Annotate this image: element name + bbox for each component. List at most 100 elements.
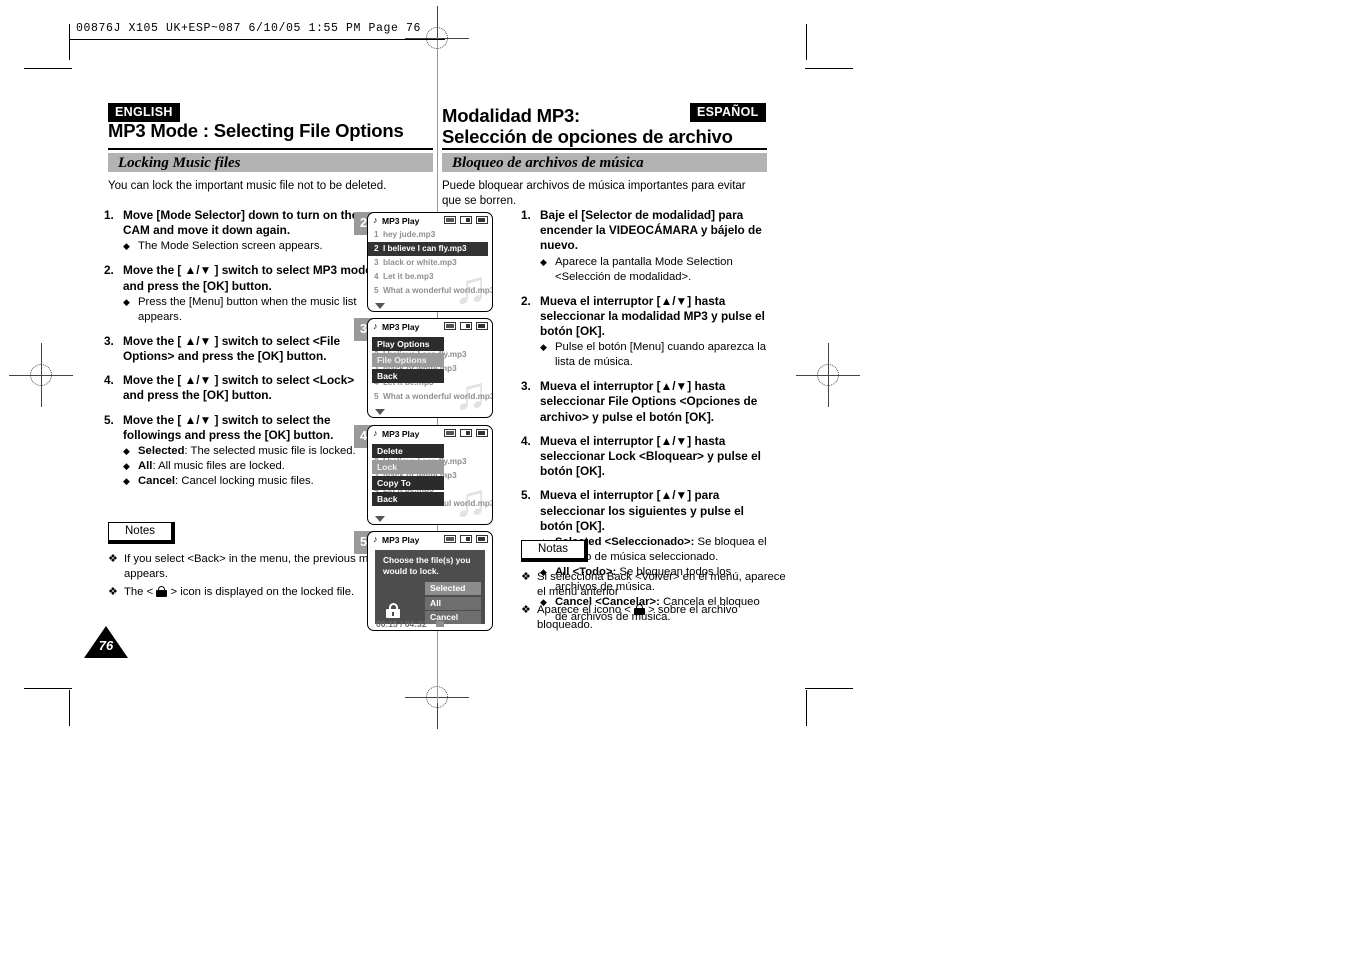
lcd-title-bar: ♪ MP3 Play — [368, 319, 492, 334]
diamond-bullet-icon: ◆ — [540, 342, 547, 353]
lcd-screenshot-panel: 2 ♫ ♪ MP3 Play 1 hey jude.mp3 2 I believe I can… — [354, 212, 493, 312]
instruction-step: 4. Move the [ ▲/▼ ] switch to select <Loc… — [104, 373, 372, 403]
crop-mark-top-right-h — [805, 68, 853, 69]
music-track-list[interactable]: 1 hey jude.mp3 2 I believe I can fly.mp3 3 bl… — [368, 228, 492, 311]
instruction-step: 2. Move the [ ▲/▼ ] switch to select MP3 … — [104, 263, 372, 324]
page-number: 76 — [98, 638, 114, 653]
spanish-intro-text: Puede bloquear archivos de música import… — [442, 180, 746, 207]
note-bullet-icon: ❖ — [521, 571, 531, 583]
step-body: Move the [ ▲/▼ ] switch to select <Lock>… — [123, 373, 372, 403]
step-bullet-list: ◆ Aparece la pantalla Mode Selection <Sel… — [540, 255, 773, 285]
instruction-step: 3. Move the [ ▲/▼ ] switch to select <Fil… — [104, 334, 372, 364]
step-heading: Move the [ ▲/▼ ] switch to select <Lock>… — [123, 373, 355, 403]
notes-list: ❖ Si selecciona Back <Volver> en el menú,… — [521, 570, 791, 633]
spanish-language-tag: ESPAÑOL — [690, 103, 766, 122]
step-heading: Mueva el interruptor [▲/▼] hasta selecci… — [540, 433, 761, 479]
slug-underline — [70, 39, 445, 40]
note-bullet-icon: ❖ — [108, 586, 118, 598]
instruction-step: 2. Mueva el interruptor [▲/▼] hasta selec… — [521, 294, 773, 371]
step-heading: Move the [ ▲/▼ ] switch to select MP3 mo… — [123, 263, 372, 293]
menu-item[interactable]: File Options — [372, 353, 444, 367]
step-body: Move the [ ▲/▼ ] switch to select MP3 mo… — [123, 263, 372, 324]
track-index: 4 — [374, 272, 379, 281]
menu-item[interactable]: Play Options — [372, 337, 444, 351]
track-list-item[interactable]: 2 I believe I can fly.mp3 — [368, 242, 488, 256]
step-number: 3. — [521, 379, 531, 394]
track-name: hey jude.mp3 — [383, 230, 436, 239]
step-number: 2. — [104, 263, 114, 278]
lcd-overlay-menu[interactable]: Play Options File Options Back — [372, 337, 444, 385]
track-list-item[interactable]: 5 What a wonderful world.mp3 — [368, 390, 492, 404]
lcd-title-bar: ♪ MP3 Play — [368, 213, 492, 228]
step-bullet: ◆ Aparece la pantalla Mode Selection <Sel… — [540, 255, 773, 285]
lock-icon — [156, 586, 168, 597]
menu-item[interactable]: Delete — [372, 444, 444, 458]
notes-label: Notes — [108, 522, 176, 544]
track-list-item[interactable]: 5 What a wonderful world.mp3 — [368, 284, 492, 298]
scroll-down-arrow-icon[interactable] — [375, 303, 385, 309]
bullet-text: The Mode Selection screen appears. — [138, 240, 323, 253]
diamond-bullet-icon: ◆ — [123, 476, 130, 487]
playback-indicator-icon — [436, 621, 444, 627]
note-text: Si selecciona Back <Volver> en el menú, … — [537, 571, 786, 598]
dialog-option-button[interactable]: Cancel — [425, 611, 481, 624]
step-body: Move [Mode Selector] down to turn on the… — [123, 208, 372, 254]
diamond-bullet-icon: ◆ — [123, 296, 130, 307]
instruction-step: 5. Move the [ ▲/▼ ] switch to select the … — [104, 413, 372, 489]
menu-item[interactable]: Copy To — [372, 476, 444, 490]
english-page-title: MP3 Mode : Selecting File Options — [108, 120, 404, 141]
lcd-screen: ♫♪MP3 Play1hey jude.mp32I believe I can … — [367, 318, 493, 418]
instruction-step: 1. Move [Mode Selector] down to turn on t… — [104, 208, 372, 254]
lcd-status-icons — [444, 429, 488, 437]
battery-icon — [476, 429, 488, 437]
dialog-options[interactable]: Selected All Cancel — [425, 582, 481, 626]
step-bullet: ◆ Selected: The selected music file is lo… — [123, 444, 372, 459]
spanish-page-title-line1: Modalidad MP3: — [442, 105, 581, 126]
track-list-item[interactable]: 3 black or white.mp3 — [368, 256, 492, 270]
track-index: 3 — [374, 258, 379, 267]
step-number: 5. — [104, 412, 114, 427]
diamond-bullet-icon: ◆ — [123, 461, 130, 472]
spanish-title-rule — [442, 148, 767, 150]
scroll-down-arrow-icon[interactable] — [375, 516, 385, 522]
step-heading: Mueva el interruptor [▲/▼] para seleccio… — [540, 488, 744, 533]
track-index: 1 — [374, 230, 379, 239]
dialog-message: Choose the file(s) you would to lock. — [383, 555, 471, 576]
instruction-step: 3. Mueva el interruptor [▲/▼] hasta selec… — [521, 379, 773, 425]
lcd-title-bar: ♪ MP3 Play — [368, 532, 492, 547]
lcd-overlay-menu[interactable]: Delete Lock Copy To Back — [372, 444, 444, 508]
instruction-step: 4. Mueva el interruptor [▲/▼] hasta selec… — [521, 434, 773, 480]
spanish-section-title: Bloqueo de archivos de música — [452, 155, 644, 171]
dialog-option-button[interactable]: Selected — [425, 582, 481, 595]
step-body: Mueva el interruptor [▲/▼] hasta selecci… — [540, 434, 773, 480]
confirm-dialog: Choose the file(s) you would to lock. Sel… — [375, 550, 485, 624]
lcd-mode-title: MP3 Play — [382, 215, 420, 226]
track-index: 5 — [374, 286, 379, 295]
lcd-screen: ♫♪MP3 Play1hey jude.mp32I believe I can … — [367, 425, 493, 525]
lock-icon — [386, 603, 400, 618]
track-name: I believe I can fly.mp3 — [383, 244, 467, 253]
scroll-down-arrow-icon[interactable] — [375, 409, 385, 415]
battery-icon — [476, 535, 488, 543]
step-number: 1. — [521, 208, 531, 222]
crop-mark-top-left-v — [69, 24, 70, 60]
track-list-item[interactable]: 4 Let it be.mp3 — [368, 270, 492, 284]
english-section-title: Locking Music files — [118, 155, 241, 171]
step-bullet-list: ◆ Pulse el botón [Menu] cuando aparezca l… — [540, 340, 773, 370]
dialog-option-button[interactable]: All — [425, 596, 481, 610]
english-section-bar: Locking Music files — [108, 153, 433, 172]
menu-item[interactable]: Back — [372, 492, 444, 506]
menu-item[interactable]: Lock — [372, 460, 444, 474]
track-name: What a wonderful world.mp3 — [383, 286, 493, 295]
step-bullet: ◆ Press the [Menu] button when the music … — [123, 295, 372, 325]
all-icon — [444, 535, 456, 543]
notes-label: Notas — [521, 540, 589, 562]
menu-item[interactable]: Back — [372, 369, 444, 383]
track-name: black or white.mp3 — [383, 258, 457, 267]
page-number-badge: 76 — [84, 626, 128, 658]
bullet-text: Pulse el botón [Menu] cuando aparezca la… — [555, 341, 767, 369]
memory-card-icon — [460, 216, 472, 224]
step-bullet: ◆ The Mode Selection screen appears. — [123, 239, 372, 254]
track-list-item[interactable]: 1 hey jude.mp3 — [368, 228, 492, 242]
step-heading: Move the [ ▲/▼ ] switch to select <File … — [123, 333, 341, 364]
